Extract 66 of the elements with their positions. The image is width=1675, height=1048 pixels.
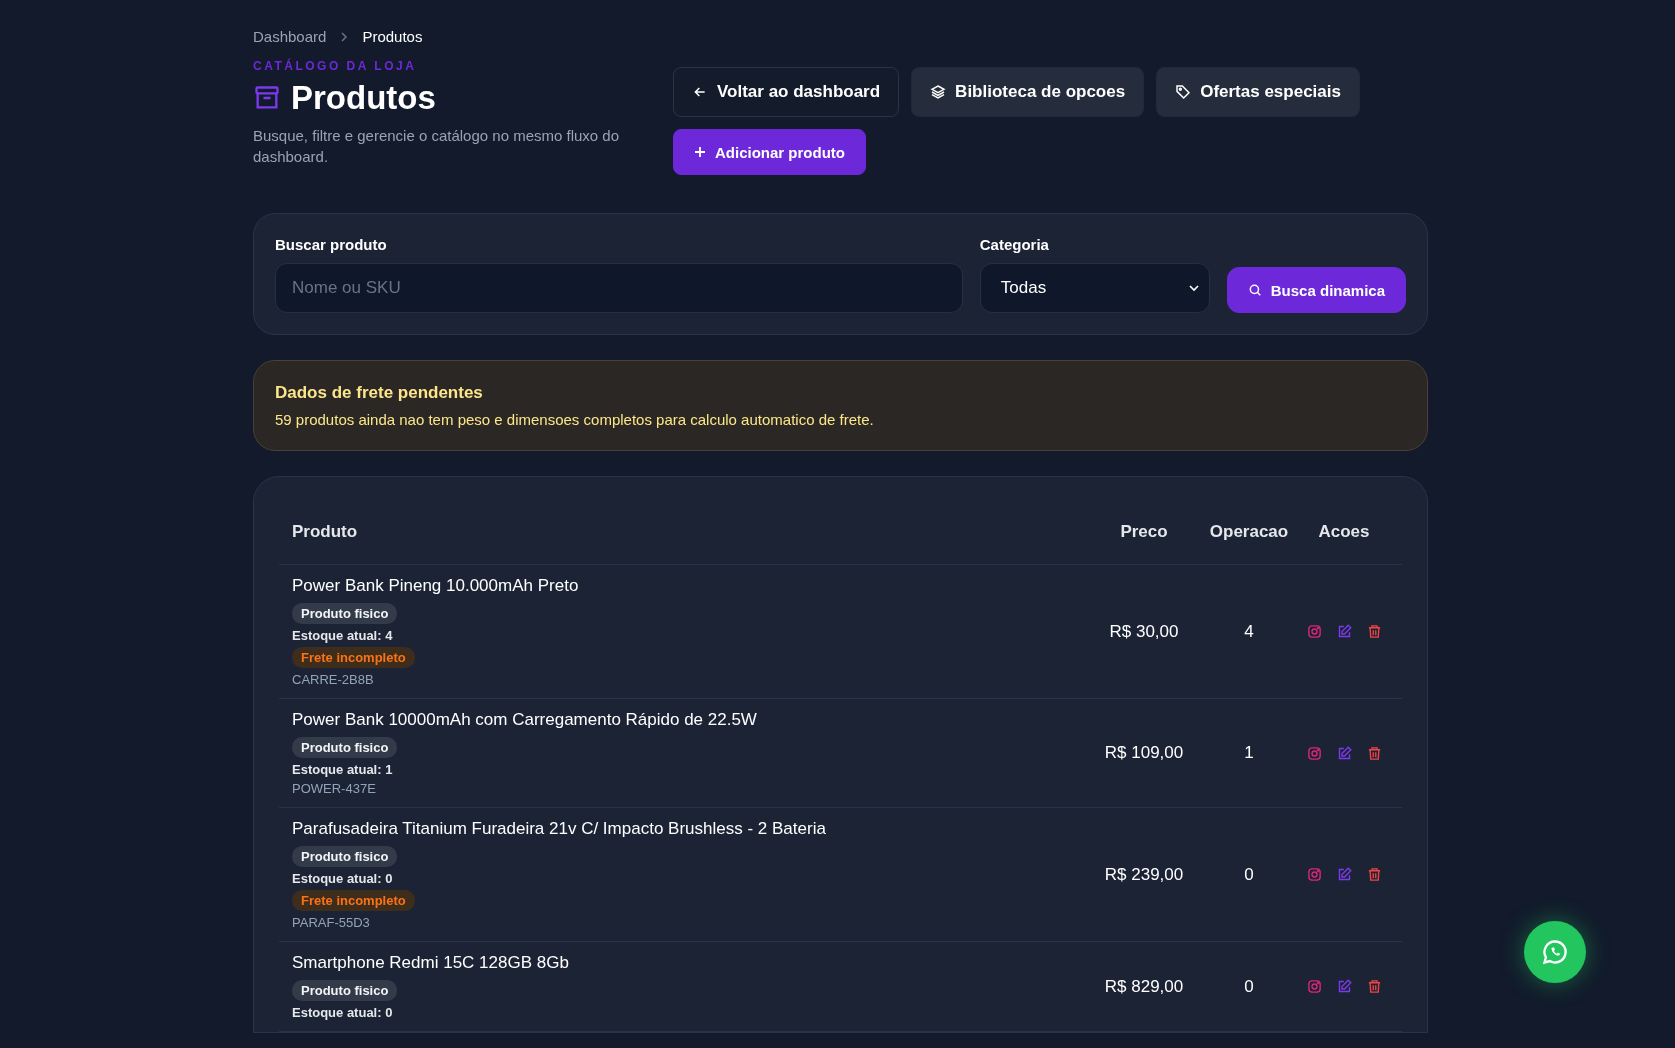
instagram-icon[interactable] xyxy=(1306,745,1322,761)
freight-warning-tag: Frete incompleto xyxy=(292,647,415,668)
operation-cell: 4 xyxy=(1244,621,1254,642)
trash-icon[interactable] xyxy=(1366,624,1382,639)
column-header: Operacao xyxy=(1209,521,1289,542)
back-button[interactable]: Voltar ao dashboard xyxy=(673,67,900,117)
price-cell: R$ 109,00 xyxy=(1104,743,1184,763)
search-button[interactable]: Busca dinamica xyxy=(1226,267,1406,313)
edit-icon[interactable] xyxy=(1336,979,1352,994)
sku-text: POWER-437E xyxy=(292,781,376,796)
page-subtitle: Busque, filtre e gerencie o catálogo no mesmo fluxo do dashboard. xyxy=(253,126,621,167)
sku-text: CARRE-2B8B xyxy=(292,672,374,687)
search-icon xyxy=(1247,283,1262,297)
operation-cell: 0 xyxy=(1244,976,1254,997)
chat-bubble-icon xyxy=(1541,938,1569,966)
plus-icon xyxy=(694,146,706,158)
breadcrumb-link[interactable]: Dashboard xyxy=(253,28,327,45)
column-header: Produto xyxy=(292,521,359,542)
instagram-icon[interactable] xyxy=(1306,979,1322,994)
product-type-tag: Produto fisico xyxy=(292,603,398,624)
instagram-icon[interactable] xyxy=(1306,867,1322,882)
add-product-button[interactable]: Adicionar produto xyxy=(673,129,866,175)
price-cell: R$ 30,00 xyxy=(1109,621,1179,642)
archive-icon xyxy=(253,84,281,112)
freight-warning-tag: Frete incompleto xyxy=(292,890,415,911)
column-header: Preco xyxy=(1120,521,1168,542)
layers-icon xyxy=(930,84,947,100)
operation-cell: 0 xyxy=(1244,864,1254,885)
trash-icon[interactable] xyxy=(1366,979,1382,994)
caret-icon xyxy=(1188,284,1199,292)
tag-icon xyxy=(1175,84,1192,100)
chat-button[interactable] xyxy=(1524,921,1586,983)
price-cell: R$ 829,00 xyxy=(1104,976,1184,997)
breadcrumb-link[interactable]: Produtos xyxy=(362,28,423,45)
price-cell: R$ 239,00 xyxy=(1104,864,1184,885)
product-name: Smartphone Redmi 15C 128GB 8Gb xyxy=(292,953,569,973)
product-name: Power Bank Pineng 10.000mAh Preto xyxy=(292,576,579,596)
sku-text: PARAF-55D3 xyxy=(292,915,370,930)
operation-cell: 1 xyxy=(1244,743,1254,763)
search-field[interactable]: Nome ou SKU xyxy=(275,263,963,313)
chevron-icon xyxy=(340,31,349,42)
product-type-tag: Produto fisico xyxy=(292,737,398,758)
product-type-tag: Produto fisico xyxy=(292,846,398,867)
trash-icon[interactable] xyxy=(1366,867,1382,882)
stock-text: Estoque atual: 1 xyxy=(292,762,393,777)
field-label: Categoria xyxy=(979,236,1050,253)
category-select[interactable]: Todas xyxy=(979,263,1210,313)
product-name: Power Bank 10000mAh com Carregamento Rápido de 22.5W xyxy=(292,710,757,730)
eyebrow-label: CATÁLOGO DA LOJA xyxy=(253,59,418,73)
edit-icon[interactable] xyxy=(1336,867,1352,882)
field-label: Buscar produto xyxy=(275,236,388,253)
warning-title: Dados de frete pendentes xyxy=(275,383,484,403)
stock-text: Estoque atual: 0 xyxy=(292,871,393,886)
library-button[interactable]: Biblioteca de opcoes xyxy=(911,67,1145,117)
stock-text: Estoque atual: 0 xyxy=(292,1005,393,1020)
product-name: Parafusadeira Titanium Furadeira 21v C/ Impacto Brushless - 2 Bateria xyxy=(292,819,826,839)
warning-text: 59 produtos ainda nao tem peso e dimensoes completos para calculo automatico de frete. xyxy=(275,411,875,428)
trash-icon[interactable] xyxy=(1366,745,1382,761)
edit-icon[interactable] xyxy=(1336,745,1352,761)
stock-text: Estoque atual: 4 xyxy=(292,628,393,643)
edit-icon[interactable] xyxy=(1336,624,1352,639)
offers-button[interactable]: Ofertas especiais xyxy=(1156,67,1360,117)
product-type-tag: Produto fisico xyxy=(292,980,398,1001)
instagram-icon[interactable] xyxy=(1306,624,1322,639)
page-title: Produtos xyxy=(291,79,436,117)
column-header: Acoes xyxy=(1318,521,1370,542)
